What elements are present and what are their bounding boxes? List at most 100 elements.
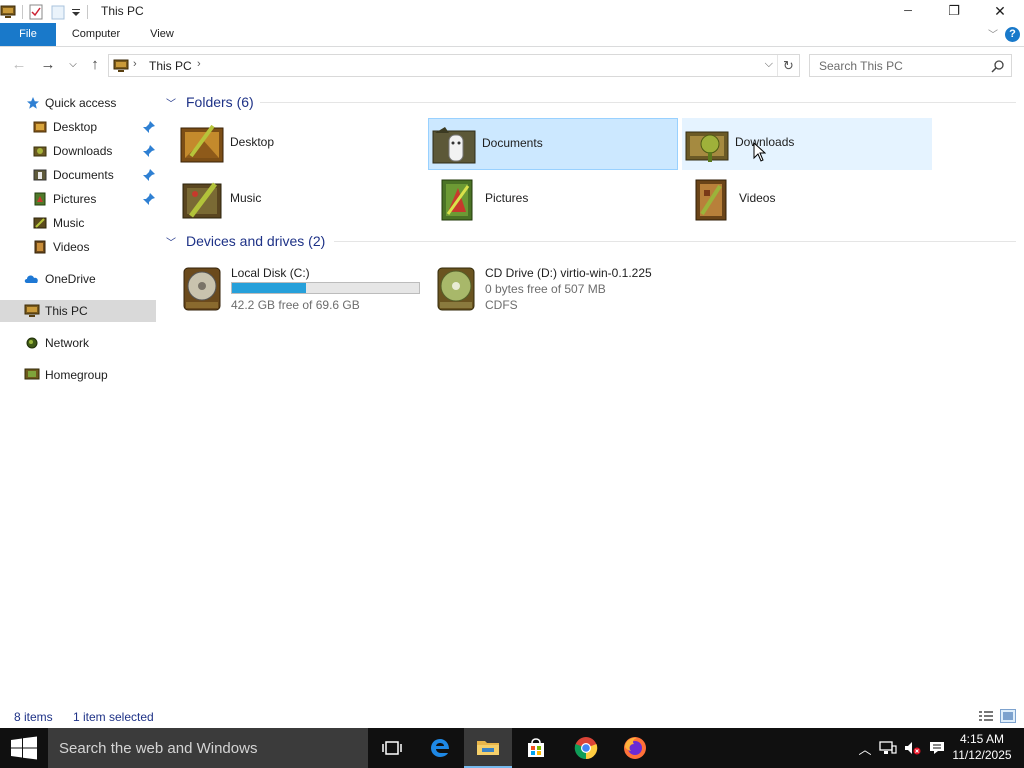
- edge-browser-icon: [431, 739, 449, 757]
- this-pc-icon: [113, 59, 129, 72]
- drive-tile-cd-drive[interactable]: CD Drive (D:) virtio-win-0.1.225 0 bytes…: [432, 264, 682, 324]
- group-divider: [334, 241, 1016, 242]
- customize-toolbar-chevron-icon[interactable]: [71, 4, 81, 20]
- restore-button[interactable]: ❐: [931, 0, 977, 22]
- collapse-chevron-icon[interactable]: ﹀: [166, 95, 178, 110]
- search-box[interactable]: Search This PC: [809, 54, 1012, 77]
- tab-view[interactable]: View: [140, 23, 184, 46]
- nav-item-onedrive[interactable]: OneDrive: [0, 268, 156, 290]
- help-icon[interactable]: ?: [1005, 27, 1020, 42]
- taskbar-clock[interactable]: 4:15 AM 11/12/2025: [948, 731, 1016, 763]
- status-item-count: 8 items: [14, 710, 53, 724]
- cd-drive-icon: [437, 267, 475, 311]
- large-icons-view-icon[interactable]: [1000, 709, 1016, 723]
- show-hidden-icons-chevron-icon[interactable]: ︿: [855, 728, 875, 768]
- nav-item-downloads[interactable]: Downloads: [0, 140, 156, 162]
- recent-locations-chevron-icon[interactable]: ⌵: [63, 55, 83, 75]
- action-center-tray-icon[interactable]: [926, 728, 948, 768]
- address-dropdown-chevron-icon[interactable]: ⌵: [765, 58, 773, 71]
- quick-access-toolbar: [0, 2, 94, 22]
- details-view-icon[interactable]: [978, 709, 994, 723]
- nav-item-videos[interactable]: Videos: [0, 236, 156, 258]
- network-icon: [26, 337, 38, 349]
- taskbar-store-button[interactable]: [512, 728, 560, 768]
- folder-pictures-icon: [441, 179, 473, 221]
- folder-pictures-icon: [34, 192, 46, 206]
- ribbon-tab-bar: File Computer View ﹀ ?: [0, 23, 1024, 47]
- content-pane: ﹀ Folders (6) Desktop Documents Download…: [160, 83, 1024, 703]
- drive-filesystem: CDFS: [485, 298, 518, 312]
- nav-item-pictures[interactable]: Pictures: [0, 188, 156, 210]
- folder-tile-videos[interactable]: Videos: [686, 174, 936, 226]
- nav-label: Music: [53, 216, 85, 230]
- breadcrumb-this-pc[interactable]: This PC: [149, 59, 192, 73]
- nav-item-network[interactable]: Network: [0, 332, 156, 354]
- nav-label: Quick access: [45, 96, 117, 110]
- search-placeholder: Search This PC: [819, 59, 903, 73]
- minimize-button[interactable]: ─: [885, 0, 931, 22]
- star-icon: [27, 97, 39, 109]
- taskbar-edge-button[interactable]: [416, 728, 464, 768]
- nav-item-music[interactable]: Music: [0, 212, 156, 234]
- folder-tile-music[interactable]: Music: [177, 174, 427, 226]
- minimize-icon: ─: [904, 5, 912, 17]
- nav-item-this-pc[interactable]: This PC: [0, 300, 156, 322]
- file-explorer-icon: [477, 741, 499, 755]
- drive-name: CD Drive (D:) virtio-win-0.1.225: [485, 266, 652, 280]
- taskbar-search-box[interactable]: Search the web and Windows: [48, 728, 368, 768]
- back-arrow-icon[interactable]: ←: [9, 55, 29, 75]
- task-view-button[interactable]: [368, 728, 416, 768]
- folder-tile-pictures[interactable]: Pictures: [432, 174, 682, 226]
- clock-time: 4:15 AM: [959, 732, 1005, 746]
- up-arrow-icon[interactable]: ↑: [85, 55, 105, 75]
- tab-file[interactable]: File: [0, 23, 56, 46]
- firefox-browser-icon: [624, 737, 646, 759]
- folder-tile-documents[interactable]: Documents: [428, 118, 678, 170]
- folder-downloads-icon: [685, 131, 729, 162]
- taskbar-file-explorer-button[interactable]: [464, 728, 512, 768]
- nav-label: Desktop: [53, 120, 98, 134]
- cloud-icon: [24, 275, 38, 283]
- folder-tile-desktop[interactable]: Desktop: [177, 118, 427, 170]
- breadcrumb-chevron-icon[interactable]: ›: [197, 58, 201, 70]
- tab-computer[interactable]: Computer: [62, 23, 130, 46]
- pin-icon[interactable]: [141, 143, 157, 159]
- folder-tile-downloads[interactable]: Downloads: [682, 118, 932, 170]
- navigation-row: ← → ⌵ ↑ › This PC › ⌵ ↻ Search This PC: [0, 47, 1024, 83]
- pin-icon[interactable]: [141, 119, 157, 135]
- properties-icon[interactable]: [29, 4, 43, 20]
- network-tray-icon[interactable]: [877, 728, 899, 768]
- pin-icon[interactable]: [141, 191, 157, 207]
- expand-ribbon-chevron-icon[interactable]: ﹀: [988, 26, 998, 41]
- nav-item-documents[interactable]: Documents: [0, 164, 156, 186]
- new-folder-icon[interactable]: [51, 4, 65, 20]
- refresh-icon[interactable]: ↻: [777, 55, 799, 76]
- store-bag-icon: [528, 738, 544, 757]
- taskbar-chrome-button[interactable]: [562, 728, 610, 768]
- start-button[interactable]: [0, 728, 48, 768]
- devices-group-header[interactable]: ﹀ Devices and drives (2): [166, 231, 325, 251]
- collapse-chevron-icon[interactable]: ﹀: [166, 234, 178, 249]
- nav-item-quick-access[interactable]: Quick access: [0, 92, 156, 114]
- folder-desktop-icon: [180, 124, 224, 163]
- drive-name: Local Disk (C:): [231, 266, 310, 280]
- folder-name: Pictures: [485, 191, 529, 205]
- search-icon[interactable]: [991, 59, 1005, 73]
- folders-group-header[interactable]: ﹀ Folders (6): [166, 92, 254, 112]
- nav-label: Videos: [53, 240, 90, 254]
- taskbar: Search the web and Windows ︿ 4:15 AM 11/…: [0, 728, 1024, 768]
- breadcrumb-chevron-icon[interactable]: ›: [133, 58, 137, 70]
- this-pc-app-icon[interactable]: [0, 4, 16, 20]
- address-bar[interactable]: › This PC › ⌵ ↻: [108, 54, 800, 77]
- nav-item-desktop[interactable]: Desktop: [0, 116, 156, 138]
- taskbar-firefox-button[interactable]: [611, 728, 659, 768]
- homegroup-icon: [24, 368, 40, 380]
- nav-item-homegroup[interactable]: Homegroup: [0, 364, 156, 386]
- drive-tile-local-disk[interactable]: Local Disk (C:) 42.2 GB free of 69.6 GB: [178, 264, 428, 324]
- pin-icon[interactable]: [141, 167, 157, 183]
- taskbar-search-placeholder: Search the web and Windows: [59, 740, 258, 757]
- volume-tray-icon[interactable]: [901, 728, 923, 768]
- navigation-pane: Quick access Desktop Downloads Documents…: [0, 83, 160, 703]
- close-button[interactable]: ✕: [977, 0, 1023, 22]
- forward-arrow-icon[interactable]: →: [38, 55, 58, 75]
